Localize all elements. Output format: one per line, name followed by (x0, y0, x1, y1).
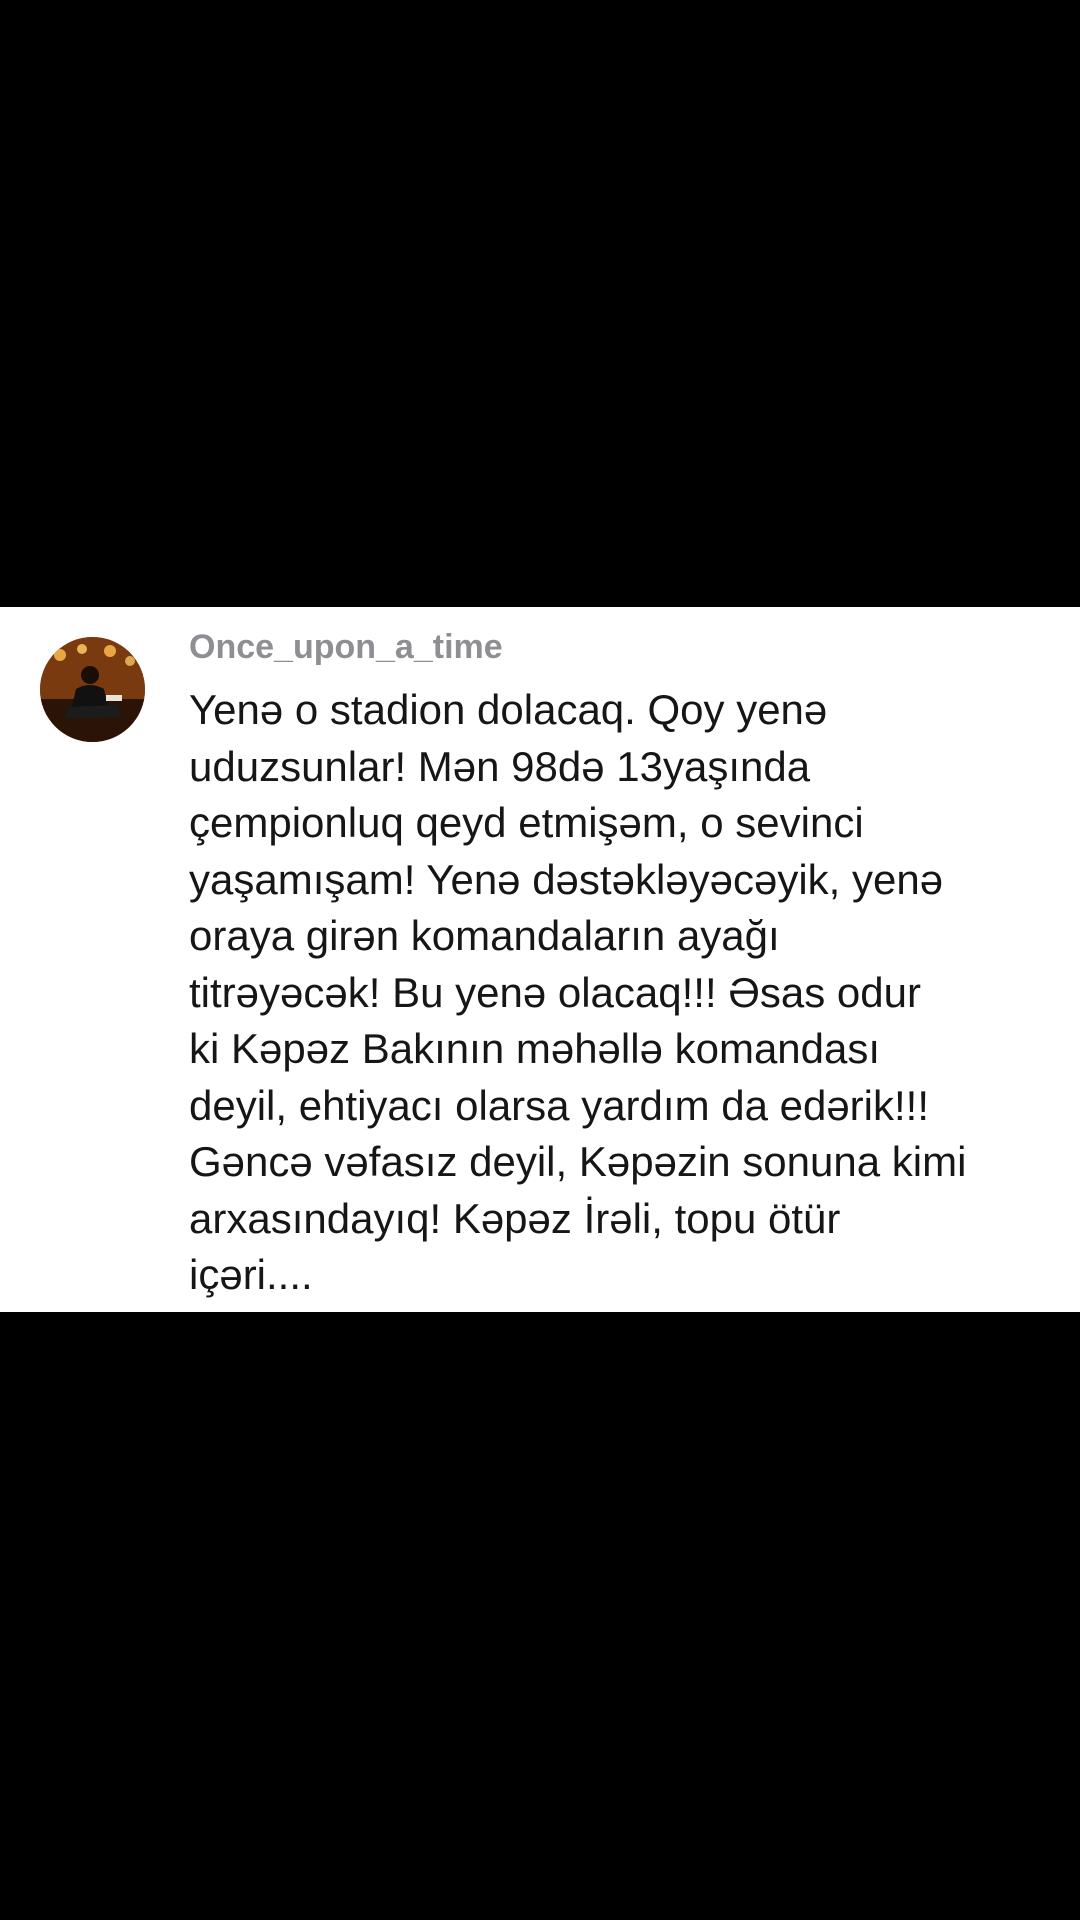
comment-username[interactable]: Once_upon_a_time (189, 627, 503, 668)
comment-text: Yenə o stadion dolacaq. Qoy yenə uduzsun… (189, 682, 1059, 1304)
comment-line: yaşamışam! Yenə dəstəkləyəcəyik, yenə (189, 855, 944, 903)
comment-line: çempionluq qeyd etmişəm, o sevinci (189, 799, 864, 846)
comment-card: Once_upon_a_time Yenə o stadion dolacaq.… (0, 607, 1080, 1312)
comment-line: titrəyəcək! Bu yenə olacaq!!! Əsas odur (189, 968, 921, 1016)
comment-line: arxasındayıq! Kəpəz İrəli, topu ötür (189, 1194, 841, 1242)
comment-line: Yenə o stadion dolacaq. Qoy yenə (189, 686, 828, 733)
comment-line: oraya girən komandaların ayağı (189, 912, 780, 959)
comment-line: deyil, ehtiyacı olarsa yardım da edərik!… (189, 1081, 930, 1129)
avatar[interactable] (40, 637, 145, 742)
user-avatar-photo-icon (40, 637, 145, 742)
comment-line: Gəncə vəfasız deyil, Kəpəzin sonuna kimi (189, 1138, 967, 1185)
screen: Once_upon_a_time Yenə o stadion dolacaq.… (0, 0, 1080, 1920)
comment-line: uduzsunlar! Mən 98də 13yaşında (189, 742, 811, 790)
comment-line: ki Kəpəz Bakının məhəllə komandası (189, 1025, 881, 1072)
comment-line: içəri.... (189, 1251, 313, 1298)
